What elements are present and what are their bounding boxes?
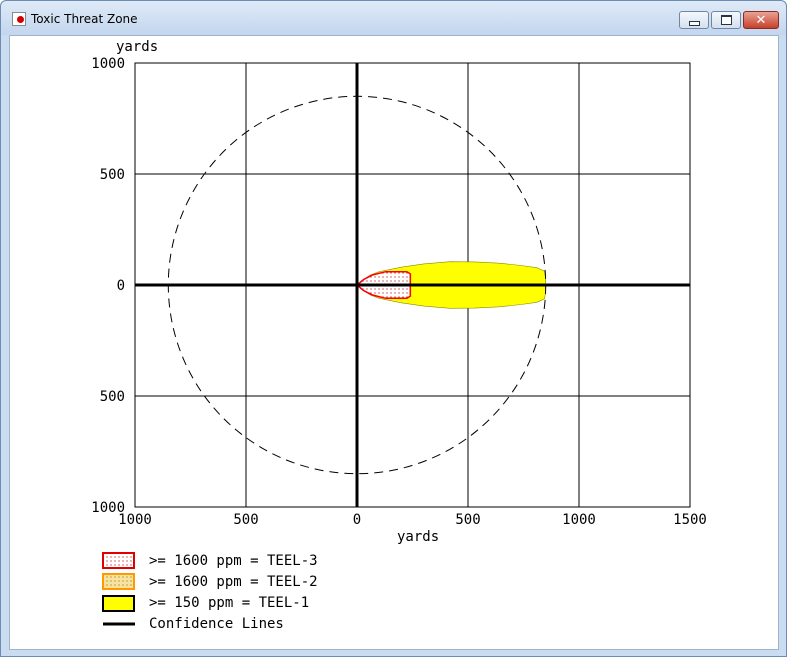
legend-swatch-teel3 [102,552,135,569]
x-axis-label: yards [397,529,439,545]
window-title: Toxic Threat Zone [31,12,138,26]
legend-label-teel3: >= 1600 ppm = TEEL-3 [149,553,318,569]
plot-axes [135,63,690,507]
toxic-threat-zone-window: Toxic Threat Zone ✕ 1000 500 0 500 1000 … [0,0,787,657]
maximize-icon [720,15,732,25]
maximize-button[interactable] [711,11,741,29]
legend-label-teel2: >= 1600 ppm = TEEL-2 [149,574,318,590]
x-tick-label: 500 [455,512,480,528]
legend-swatch-teel1 [102,595,135,612]
x-tick-label: 500 [233,512,258,528]
y-tick-label: 500 [100,389,125,405]
legend-label-teel1: >= 150 ppm = TEEL-1 [149,595,309,611]
y-tick-label: 1000 [91,56,125,72]
close-icon: ✕ [755,12,767,28]
y-tick-label: 0 [117,278,125,294]
x-tick-label: 0 [353,512,361,528]
minimize-button[interactable] [679,11,709,29]
legend-swatch-teel2 [102,573,135,590]
y-tick-label: 1000 [91,500,125,516]
minimize-icon [688,20,700,26]
y-tick-label: 500 [100,167,125,183]
x-tick-label: 1000 [562,512,596,528]
plot-client-area: 1000 500 0 500 1000 1500 1000 500 0 500 1000 yards… [9,35,779,650]
y-axis-label: yards [116,39,158,55]
toxic-zone-app-icon[interactable] [12,12,26,26]
x-tick-label: 1500 [673,512,707,528]
legend-label-confidence-lines: Confidence Lines [149,616,284,632]
close-button[interactable]: ✕ [743,11,779,29]
threat-zone-plot: 1000 500 0 500 1000 1500100050005001000 yards… [91,39,707,632]
legend: >= 1600 ppm = TEEL-3 >= 1600 ppm = TEEL-… [102,552,318,632]
title-bar[interactable]: Toxic Threat Zone ✕ [1,1,786,35]
